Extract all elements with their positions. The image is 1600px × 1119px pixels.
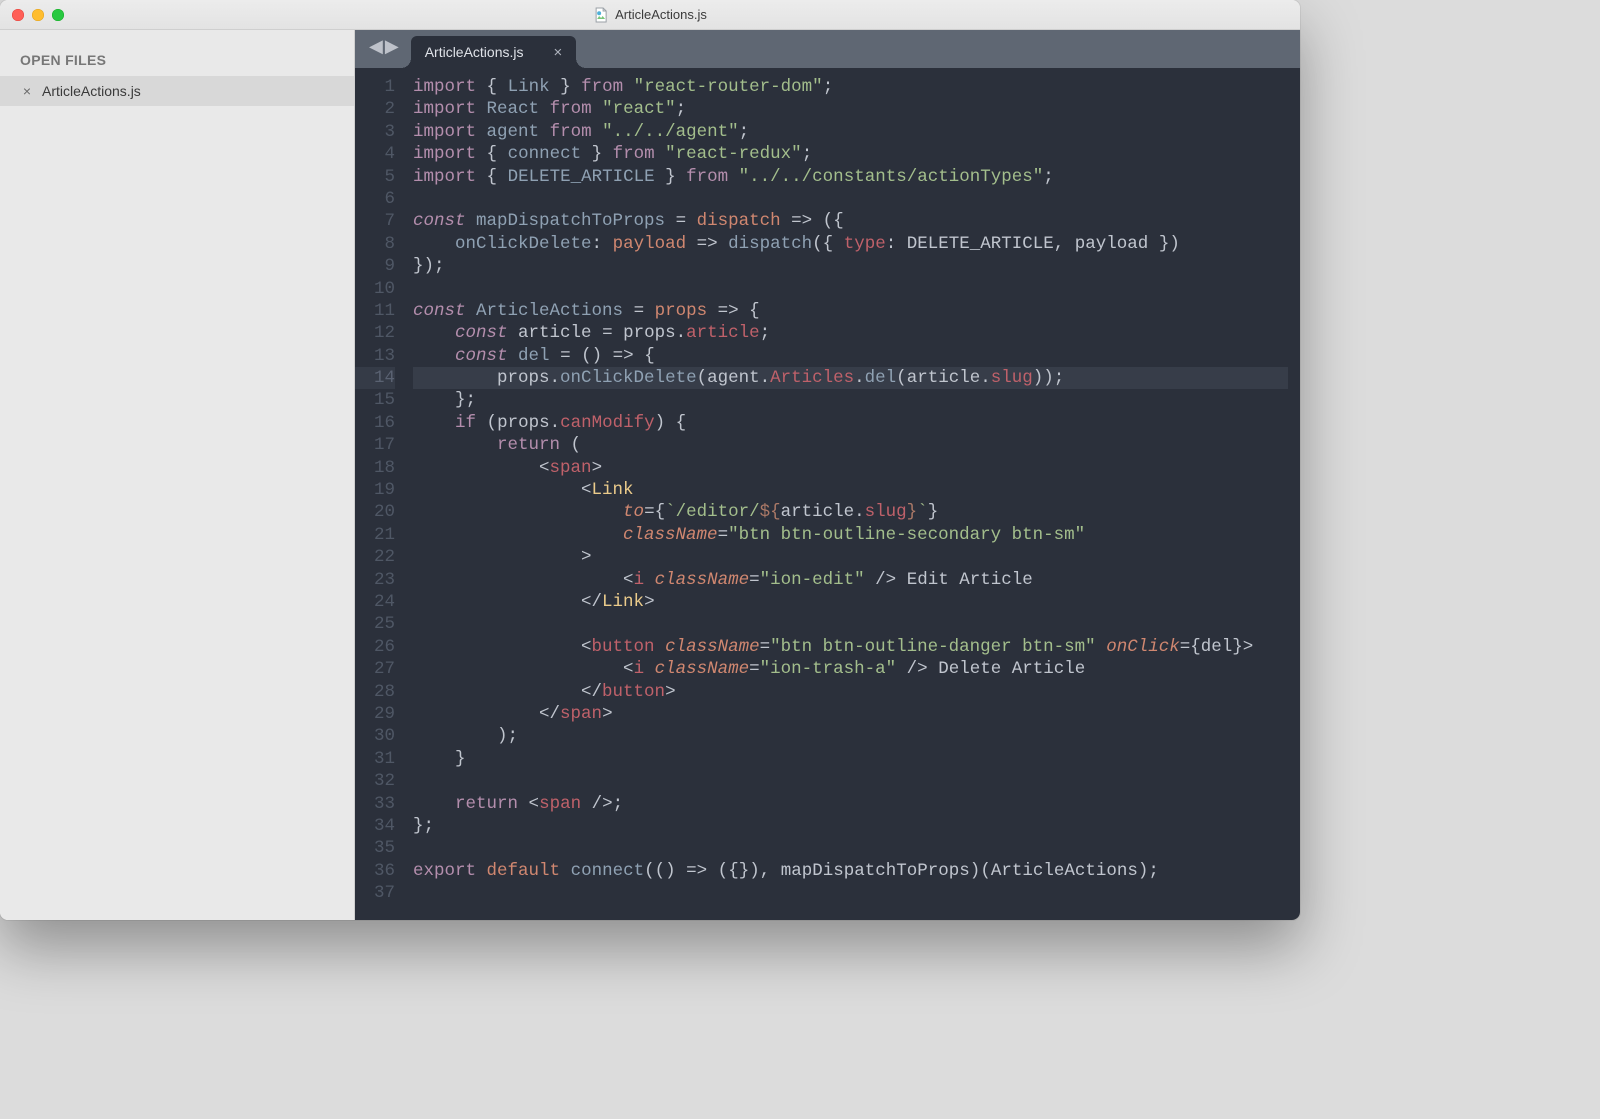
line-number: 11 [355, 300, 395, 322]
line-number: 30 [355, 725, 395, 747]
line-number: 25 [355, 613, 395, 635]
line-number: 23 [355, 569, 395, 591]
code-line[interactable] [413, 278, 1288, 300]
line-number: 35 [355, 837, 395, 859]
app-window: ArticleActions.js OPEN FILES × ArticleAc… [0, 0, 1300, 920]
code-line[interactable] [413, 770, 1288, 792]
code-line[interactable]: import { connect } from "react-redux"; [413, 143, 1288, 165]
code-area[interactable]: 1234567891011121314151617181920212223242… [355, 68, 1300, 920]
nav-forward-icon[interactable]: ▶ [385, 36, 399, 57]
line-number: 8 [355, 233, 395, 255]
code-line[interactable]: const article = props.article; [413, 322, 1288, 344]
code-line[interactable]: import React from "react"; [413, 98, 1288, 120]
code-line[interactable]: }; [413, 815, 1288, 837]
code-content[interactable]: import { Link } from "react-router-dom";… [405, 68, 1300, 920]
code-line[interactable]: const mapDispatchToProps = dispatch => (… [413, 210, 1288, 232]
code-line[interactable]: > [413, 546, 1288, 568]
window-controls [12, 9, 64, 21]
code-line[interactable]: const del = () => { [413, 345, 1288, 367]
line-number: 1 [355, 76, 395, 98]
line-number: 2 [355, 98, 395, 120]
line-number: 10 [355, 278, 395, 300]
code-line[interactable] [413, 882, 1288, 904]
code-line[interactable]: export default connect(() => ({}), mapDi… [413, 860, 1288, 882]
line-number: 15 [355, 389, 395, 411]
editor: ◀ ▶ ArticleActions.js × 1234567891011121… [355, 30, 1300, 920]
tab-close-icon[interactable]: × [554, 44, 563, 61]
code-line[interactable]: className="btn btn-outline-secondary btn… [413, 524, 1288, 546]
line-number: 27 [355, 658, 395, 680]
line-number: 22 [355, 546, 395, 568]
line-number: 5 [355, 166, 395, 188]
code-line[interactable]: <Link [413, 479, 1288, 501]
line-number: 19 [355, 479, 395, 501]
line-number: 16 [355, 412, 395, 434]
line-number: 12 [355, 322, 395, 344]
code-line[interactable]: import { Link } from "react-router-dom"; [413, 76, 1288, 98]
minimize-window-button[interactable] [32, 9, 44, 21]
line-number: 32 [355, 770, 395, 792]
tab-active[interactable]: ArticleActions.js × [411, 36, 577, 68]
code-line[interactable]: import { DELETE_ARTICLE } from "../../co… [413, 166, 1288, 188]
code-line[interactable]: import agent from "../../agent"; [413, 121, 1288, 143]
line-number: 17 [355, 434, 395, 456]
open-files-label: OPEN FILES [0, 30, 354, 76]
line-number: 21 [355, 524, 395, 546]
code-line[interactable]: <i className="ion-edit" /> Edit Article [413, 569, 1288, 591]
code-line[interactable] [413, 613, 1288, 635]
line-number: 9 [355, 255, 395, 277]
line-number: 37 [355, 882, 395, 904]
code-line[interactable]: props.onClickDelete(agent.Articles.del(a… [413, 367, 1288, 389]
code-line[interactable]: return <span />; [413, 793, 1288, 815]
window-title-text: ArticleActions.js [615, 7, 707, 22]
code-line[interactable]: const ArticleActions = props => { [413, 300, 1288, 322]
nav-back-icon[interactable]: ◀ [369, 36, 383, 57]
file-icon [593, 7, 609, 23]
code-line[interactable] [413, 188, 1288, 210]
line-number: 28 [355, 681, 395, 703]
line-number: 36 [355, 860, 395, 882]
line-number: 18 [355, 457, 395, 479]
code-line[interactable]: return ( [413, 434, 1288, 456]
line-number-gutter: 1234567891011121314151617181920212223242… [355, 68, 405, 920]
line-number: 4 [355, 143, 395, 165]
tab-label: ArticleActions.js [425, 44, 524, 60]
code-line[interactable]: </Link> [413, 591, 1288, 613]
line-number: 3 [355, 121, 395, 143]
line-number: 34 [355, 815, 395, 837]
titlebar: ArticleActions.js [0, 0, 1300, 30]
code-line[interactable]: } [413, 748, 1288, 770]
sidebar: OPEN FILES × ArticleActions.js [0, 30, 355, 920]
sidebar-file-row[interactable]: × ArticleActions.js [0, 76, 354, 106]
code-line[interactable]: <button className="btn btn-outline-dange… [413, 636, 1288, 658]
line-number: 26 [355, 636, 395, 658]
code-line[interactable]: }; [413, 389, 1288, 411]
window-title: ArticleActions.js [593, 7, 707, 23]
code-line[interactable]: if (props.canModify) { [413, 412, 1288, 434]
line-number: 6 [355, 188, 395, 210]
code-line[interactable]: </span> [413, 703, 1288, 725]
line-number: 31 [355, 748, 395, 770]
code-line[interactable]: </button> [413, 681, 1288, 703]
close-window-button[interactable] [12, 9, 24, 21]
line-number: 14 [355, 367, 395, 389]
close-file-icon[interactable]: × [20, 83, 34, 99]
line-number: 20 [355, 501, 395, 523]
tabbar: ◀ ▶ ArticleActions.js × [355, 30, 1300, 68]
line-number: 7 [355, 210, 395, 232]
code-line[interactable]: onClickDelete: payload => dispatch({ typ… [413, 233, 1288, 255]
line-number: 24 [355, 591, 395, 613]
code-line[interactable]: }); [413, 255, 1288, 277]
zoom-window-button[interactable] [52, 9, 64, 21]
code-line[interactable]: <span> [413, 457, 1288, 479]
line-number: 33 [355, 793, 395, 815]
code-line[interactable]: <i className="ion-trash-a" /> Delete Art… [413, 658, 1288, 680]
line-number: 29 [355, 703, 395, 725]
code-line[interactable]: to={`/editor/${article.slug}`} [413, 501, 1288, 523]
code-line[interactable]: ); [413, 725, 1288, 747]
code-line[interactable] [413, 837, 1288, 859]
line-number: 13 [355, 345, 395, 367]
sidebar-file-name: ArticleActions.js [42, 83, 141, 99]
body: OPEN FILES × ArticleActions.js ◀ ▶ Artic… [0, 30, 1300, 920]
